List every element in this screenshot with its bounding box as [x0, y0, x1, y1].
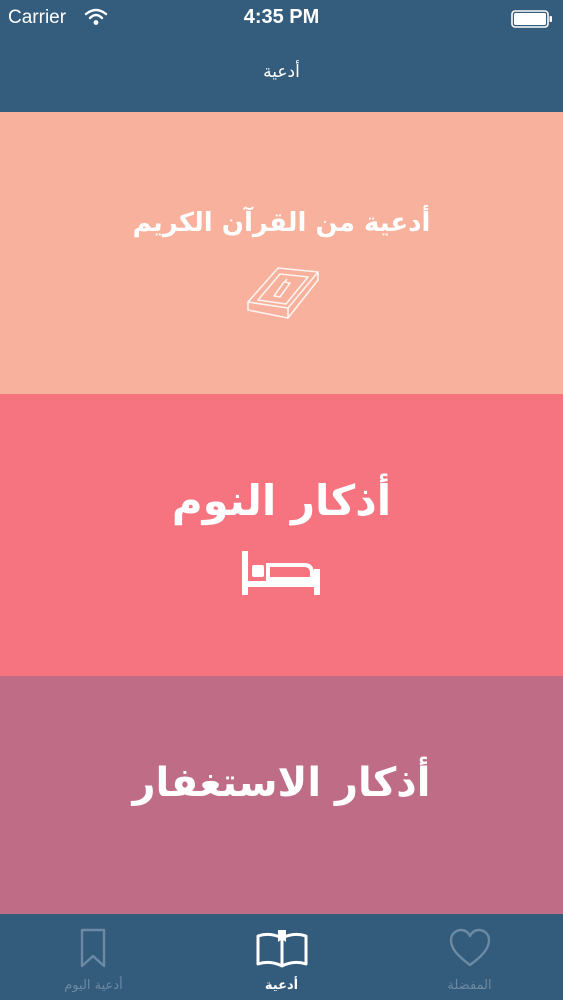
category-istighfar-adhkar[interactable]: أذكار الاستغفار [0, 676, 563, 914]
bed-icon [242, 551, 320, 595]
tab-favorites[interactable]: المفضلة [376, 914, 563, 1000]
category-title: أذكار النوم [171, 476, 392, 525]
category-quran-duas[interactable]: أدعية من القرآن الكريم [0, 112, 563, 394]
bookmark-icon [80, 928, 106, 968]
tab-duas[interactable]: أدعية [188, 914, 375, 1000]
navigation-bar: أدعية [0, 40, 563, 112]
battery-icon [511, 10, 552, 28]
tab-label: أدعية اليوم [64, 978, 123, 993]
tab-bar: أدعية اليوم أدعية المفضلة [0, 914, 563, 1000]
clock: 4:35 PM [243, 6, 320, 28]
open-book-icon [256, 930, 308, 968]
category-title: أدعية من القرآن الكريم [132, 208, 431, 238]
quran-book-icon [247, 267, 319, 319]
tab-todays-duas[interactable]: أدعية اليوم [0, 914, 187, 1000]
category-sleep-adhkar[interactable]: أذكار النوم [0, 394, 563, 676]
page-title: أدعية [263, 62, 300, 82]
status-bar: Carrier 4:35 PM [0, 0, 563, 40]
tab-label: المفضلة [447, 978, 492, 993]
tab-label: أدعية [264, 978, 299, 993]
category-title: أذكار الاستغفار [132, 760, 431, 806]
heart-icon [449, 928, 491, 967]
